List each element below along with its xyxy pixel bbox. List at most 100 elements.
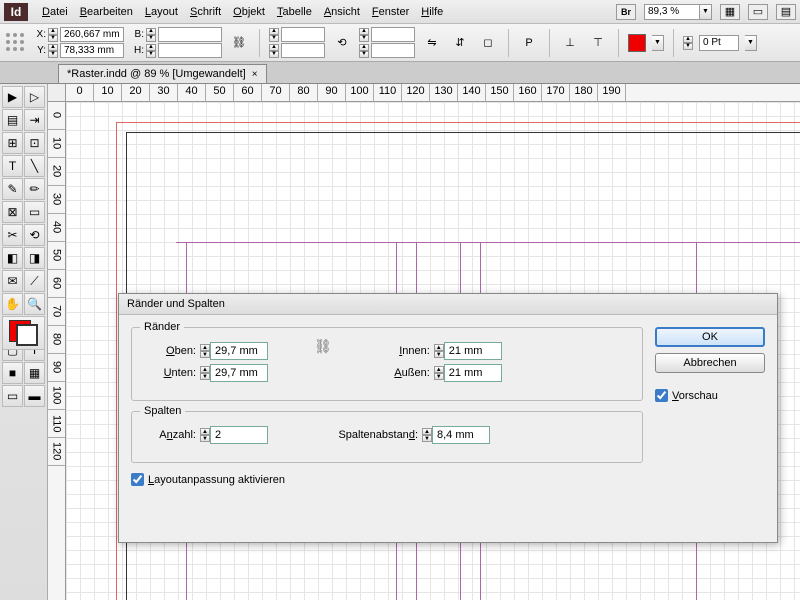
scale-y-input[interactable]: [281, 43, 325, 58]
pencil-tool[interactable]: ✏: [24, 178, 45, 200]
scale-x-input[interactable]: [281, 27, 325, 42]
outside-input[interactable]: [444, 364, 502, 382]
eyedropper-tool[interactable]: ⟋: [24, 270, 45, 292]
constrain-icon[interactable]: ⛓: [228, 32, 250, 54]
document-tab[interactable]: *Raster.indd @ 89 % [Umgewandelt] ×: [58, 64, 267, 83]
layout-adjust-checkbox[interactable]: [131, 473, 144, 486]
ruler-tick: 50: [48, 242, 65, 270]
transform-tool[interactable]: ⟲: [24, 224, 45, 246]
gradient-feather-tool[interactable]: ◨: [24, 247, 45, 269]
select-container-icon[interactable]: ◻: [477, 32, 499, 54]
fill-stroke-tool[interactable]: [2, 316, 45, 350]
y-label: Y:: [32, 45, 46, 56]
menu-tabelle[interactable]: Tabelle: [271, 6, 318, 18]
y-down[interactable]: ▼: [48, 51, 58, 58]
ruler-tick: 100: [346, 84, 374, 101]
gradient-tool[interactable]: ◧: [2, 247, 23, 269]
preview-checkbox[interactable]: [655, 389, 668, 402]
close-icon[interactable]: ×: [252, 69, 258, 80]
ruler-tick: 120: [402, 84, 430, 101]
apply-gradient-tool[interactable]: ▦: [24, 362, 45, 384]
h-input[interactable]: [158, 43, 222, 58]
content-tool[interactable]: ⊞: [2, 132, 23, 154]
flip-v-icon[interactable]: ⇵: [449, 32, 471, 54]
selection-tool[interactable]: ▶: [2, 86, 23, 108]
menu-ansicht[interactable]: Ansicht: [318, 6, 366, 18]
apply-color-tool[interactable]: ■: [2, 362, 23, 384]
hand-tool[interactable]: ✋: [2, 293, 23, 315]
menu-schrift[interactable]: Schrift: [184, 6, 227, 18]
rotate-icon[interactable]: ⟲: [331, 32, 353, 54]
rectangle-frame-tool[interactable]: ⊠: [2, 201, 23, 223]
menu-datei[interactable]: Datei: [36, 6, 74, 18]
ruler-tick: 140: [458, 84, 486, 101]
rotate-input[interactable]: [371, 27, 415, 42]
link-margins-icon[interactable]: ⛓: [308, 338, 338, 386]
view-options-icon[interactable]: ▦: [720, 4, 740, 20]
gutter-input[interactable]: [432, 426, 490, 444]
vertical-ruler[interactable]: 0102030405060708090100110120: [48, 102, 66, 600]
columns-legend: Spalten: [140, 405, 185, 417]
preview-view-tool[interactable]: ▬: [24, 385, 45, 407]
pen-tool[interactable]: ✎: [2, 178, 23, 200]
ruler-tick: 40: [48, 214, 65, 242]
menubar: Id Datei Bearbeiten Layout Schrift Objek…: [0, 0, 800, 24]
ruler-tick: 100: [48, 382, 65, 410]
fill-swatch[interactable]: [628, 34, 646, 52]
x-up[interactable]: ▲: [48, 28, 58, 35]
top-input[interactable]: [210, 342, 268, 360]
layout-adjust-label: Layoutanpassung aktivieren: [148, 474, 285, 486]
distribute-icon[interactable]: ⊤: [587, 32, 609, 54]
x-down[interactable]: ▼: [48, 35, 58, 42]
y-up[interactable]: ▲: [48, 44, 58, 51]
stroke-dropdown[interactable]: ▼: [745, 35, 757, 51]
horizontal-ruler[interactable]: 0102030405060708090100110120130140150160…: [66, 84, 800, 102]
note-tool[interactable]: ✉: [2, 270, 23, 292]
arrange-icon[interactable]: ▤: [776, 4, 796, 20]
gap-tool[interactable]: ⇥: [24, 109, 45, 131]
stroke-weight-input[interactable]: [699, 35, 739, 51]
bottom-input[interactable]: [210, 364, 268, 382]
count-input[interactable]: [210, 426, 268, 444]
menu-fenster[interactable]: Fenster: [366, 6, 415, 18]
ruler-origin[interactable]: [48, 84, 66, 102]
inside-input[interactable]: [444, 342, 502, 360]
zoom-tool[interactable]: 🔍: [24, 293, 45, 315]
menu-layout[interactable]: Layout: [139, 6, 184, 18]
scissors-tool[interactable]: ✂: [2, 224, 23, 246]
page-tool[interactable]: ▤: [2, 109, 23, 131]
screen-mode-icon[interactable]: ▭: [748, 4, 768, 20]
zoom-input[interactable]: [644, 4, 700, 20]
margin-guide-top: [176, 242, 800, 243]
menu-bearbeiten[interactable]: Bearbeiten: [74, 6, 139, 18]
w-input[interactable]: [158, 27, 222, 42]
ruler-tick: 70: [262, 84, 290, 101]
ok-button[interactable]: OK: [655, 327, 765, 347]
content-grabber-tool[interactable]: ⊡: [24, 132, 45, 154]
stroke-color-swatch[interactable]: [16, 324, 38, 346]
cancel-button[interactable]: Abbrechen: [655, 353, 765, 373]
rectangle-tool[interactable]: ▭: [24, 201, 45, 223]
fill-dropdown[interactable]: ▼: [652, 35, 664, 51]
x-input[interactable]: [60, 27, 124, 42]
align-icon[interactable]: ⊥: [559, 32, 581, 54]
ruler-tick: 110: [374, 84, 402, 101]
ruler-tick: 30: [150, 84, 178, 101]
inside-label: Innen:: [378, 345, 430, 357]
bridge-icon[interactable]: Br: [616, 4, 636, 20]
zoom-combo[interactable]: ▼: [644, 4, 712, 20]
x-label: X:: [32, 29, 46, 40]
y-input[interactable]: [60, 43, 124, 58]
menu-hilfe[interactable]: Hilfe: [415, 6, 449, 18]
reference-point[interactable]: [6, 33, 26, 53]
type-tool[interactable]: T: [2, 155, 23, 177]
ruler-tick: 80: [48, 326, 65, 354]
line-tool[interactable]: ╲: [24, 155, 45, 177]
shear-input[interactable]: [371, 43, 415, 58]
menu-objekt[interactable]: Objekt: [227, 6, 271, 18]
char-icon[interactable]: P: [518, 32, 540, 54]
direct-selection-tool[interactable]: ▷: [24, 86, 45, 108]
flip-h-icon[interactable]: ⇋: [421, 32, 443, 54]
zoom-dropdown-arrow[interactable]: ▼: [700, 4, 712, 20]
normal-view-tool[interactable]: ▭: [2, 385, 23, 407]
